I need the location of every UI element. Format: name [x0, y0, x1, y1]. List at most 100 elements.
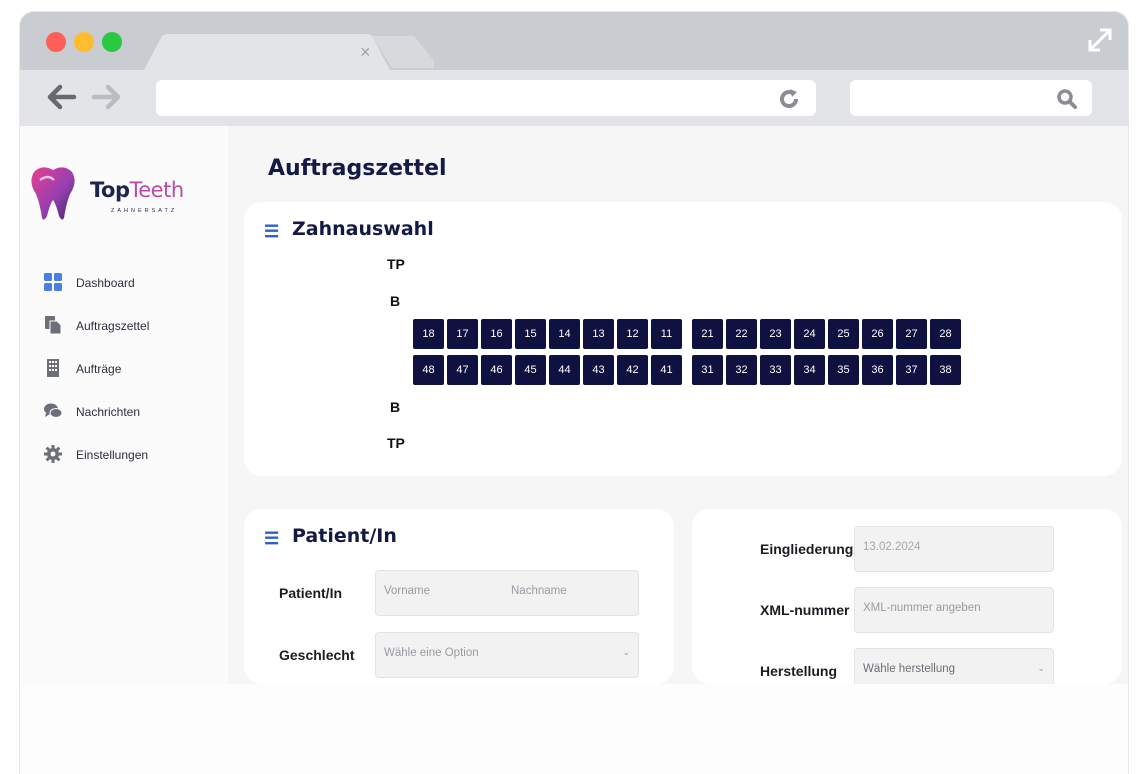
minimize-window-button[interactable]	[74, 32, 94, 52]
zahnauswahl-card: ☰ Zahnauswahl TP B B TP 18 17 16 15 14 13 12 11…	[244, 202, 1122, 476]
tooth-46[interactable]: 46	[481, 355, 512, 385]
building-icon	[47, 359, 59, 377]
tooth-48[interactable]: 48	[413, 355, 444, 385]
sidebar-menu: Dashboard Auftragszettel Aufträge Nachri…	[42, 270, 222, 485]
zahnauswahl-title: Zahnauswahl	[292, 218, 434, 240]
tooth-25[interactable]: 25	[828, 319, 859, 349]
expand-icon[interactable]	[1086, 26, 1114, 54]
patient-title: Patient/In	[292, 525, 397, 547]
tooth-23[interactable]: 23	[760, 319, 791, 349]
tooth-32[interactable]: 32	[726, 355, 757, 385]
logo-teeth-text: Teeth	[129, 178, 185, 202]
tooth-14[interactable]: 14	[549, 319, 580, 349]
tooth-logo-icon	[31, 167, 75, 220]
herstellung-placeholder: Wähle herstellung	[863, 663, 956, 675]
gender-select[interactable]: Wähle eine Option ⌄	[375, 632, 639, 678]
logo-subtitle: ZAHNERSATZ	[111, 208, 178, 214]
sidebar-item-einstellungen[interactable]: Einstellungen	[42, 442, 222, 485]
order-details-card: Eingliederung 13.02.2024 XML-nummer XML-…	[692, 509, 1122, 694]
maximize-window-button[interactable]	[102, 32, 122, 52]
dashboard-grid-icon	[44, 273, 62, 291]
reload-icon[interactable]	[778, 88, 800, 110]
tooth-47[interactable]: 47	[447, 355, 478, 385]
forward-arrow-icon[interactable]	[90, 82, 124, 112]
tooth-22[interactable]: 22	[726, 319, 757, 349]
address-bar[interactable]	[156, 80, 816, 116]
tp-upper-label: TP	[387, 256, 405, 272]
browser-titlebar: ×	[20, 12, 1128, 70]
tooth-36[interactable]: 36	[862, 355, 893, 385]
tp-lower-label: TP	[387, 435, 405, 451]
browser-tab[interactable]	[144, 34, 434, 70]
tooth-13[interactable]: 13	[583, 319, 614, 349]
vorname-placeholder: Vorname	[384, 585, 431, 597]
tooth-45[interactable]: 45	[515, 355, 546, 385]
tooth-35[interactable]: 35	[828, 355, 859, 385]
app: TopTeeth ZAHNERSATZ Dashboard Auftragsze…	[20, 126, 1128, 694]
herstellung-label: Herstellung	[760, 663, 838, 679]
tooth-18[interactable]: 18	[413, 319, 444, 349]
tooth-37[interactable]: 37	[896, 355, 927, 385]
page-footer-area	[20, 684, 1128, 774]
browser-window: × TopTeeth ZAHNERSATZ Dashboard Auftrags…	[20, 12, 1128, 774]
nachname-placeholder: Nachname	[511, 585, 567, 597]
tooth-44[interactable]: 44	[549, 355, 580, 385]
eingliederung-label: Eingliederung	[760, 541, 854, 557]
patient-name-label: Patient/In	[279, 585, 343, 601]
tooth-38[interactable]: 38	[930, 355, 961, 385]
tooth-33[interactable]: 33	[760, 355, 791, 385]
tooth-28[interactable]: 28	[930, 319, 961, 349]
sidebar-item-auftraege[interactable]: Aufträge	[42, 356, 222, 399]
tooth-15[interactable]: 15	[515, 319, 546, 349]
gender-placeholder: Wähle eine Option	[384, 647, 479, 659]
chevron-down-icon: ⌄	[1037, 663, 1045, 673]
hamburger-icon[interactable]: ☰	[264, 222, 279, 242]
tooth-16[interactable]: 16	[481, 319, 512, 349]
chat-bubbles-icon	[44, 403, 62, 418]
tooth-21[interactable]: 21	[692, 319, 723, 349]
tooth-11[interactable]: 11	[651, 319, 682, 349]
tooth-42[interactable]: 42	[617, 355, 648, 385]
gender-label: Geschlecht	[279, 647, 355, 663]
xml-label: XML-nummer	[760, 602, 850, 618]
logo-wordmark: TopTeeth	[90, 178, 184, 202]
patient-card: ☰ Patient/In Patient/In Vorname Nachname…	[244, 509, 674, 684]
tooth-43[interactable]: 43	[583, 355, 614, 385]
tooth-17[interactable]: 17	[447, 319, 478, 349]
sidebar-item-auftragszettel[interactable]: Auftragszettel	[42, 313, 222, 356]
sidebar-item-label: Auftragszettel	[76, 319, 150, 333]
xml-placeholder: XML-nummer angeben	[863, 602, 981, 614]
topteeth-logo[interactable]: TopTeeth ZAHNERSATZ	[28, 164, 208, 224]
eingliederung-value: 13.02.2024	[863, 541, 921, 553]
sidebar: TopTeeth ZAHNERSATZ Dashboard Auftragsze…	[20, 126, 228, 684]
document-copy-icon	[45, 316, 62, 334]
sidebar-item-dashboard[interactable]: Dashboard	[42, 270, 222, 313]
tooth-26[interactable]: 26	[862, 319, 893, 349]
xml-number-field[interactable]: XML-nummer angeben	[854, 587, 1054, 633]
tooth-31[interactable]: 31	[692, 355, 723, 385]
page-title: Auftragszettel	[268, 156, 447, 181]
back-arrow-icon[interactable]	[44, 82, 78, 112]
browser-toolbar	[20, 70, 1128, 126]
logo-top-text: Top	[90, 178, 130, 202]
eingliederung-date-field[interactable]: 13.02.2024	[854, 526, 1054, 572]
search-icon[interactable]	[1056, 88, 1078, 110]
tooth-34[interactable]: 34	[794, 355, 825, 385]
tooth-24[interactable]: 24	[794, 319, 825, 349]
sidebar-item-label: Aufträge	[76, 362, 122, 376]
tooth-41[interactable]: 41	[651, 355, 682, 385]
chevron-down-icon: ⌄	[622, 647, 630, 657]
sidebar-item-label: Einstellungen	[76, 448, 149, 462]
patient-name-field[interactable]: Vorname Nachname	[375, 570, 639, 616]
b-lower-label: B	[390, 399, 401, 415]
close-window-button[interactable]	[46, 32, 66, 52]
sidebar-item-label: Dashboard	[76, 276, 135, 290]
gear-icon	[44, 445, 62, 463]
tab-close-icon[interactable]: ×	[360, 42, 371, 62]
b-upper-label: B	[390, 293, 401, 309]
sidebar-item-label: Nachrichten	[76, 405, 141, 419]
hamburger-icon[interactable]: ☰	[264, 529, 279, 549]
tooth-27[interactable]: 27	[896, 319, 927, 349]
tooth-12[interactable]: 12	[617, 319, 648, 349]
sidebar-item-nachrichten[interactable]: Nachrichten	[42, 399, 222, 442]
